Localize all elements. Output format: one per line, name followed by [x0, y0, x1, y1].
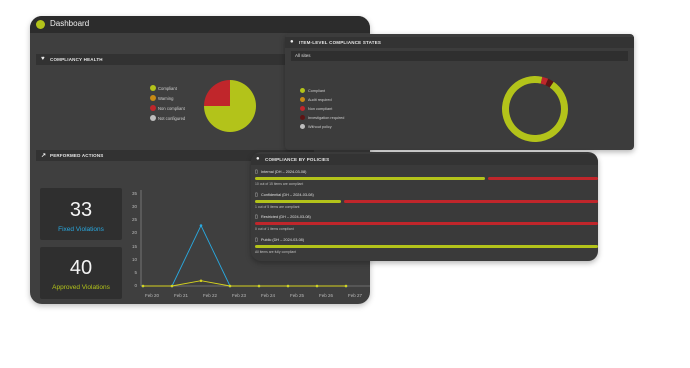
globe-icon: ● — [290, 39, 294, 45]
policy-name: Confidential (DH – 2024-03-08) — [261, 192, 314, 197]
y-tick-label: 20 — [131, 230, 137, 236]
x-tick-label: Feb 22 — [203, 293, 218, 298]
policies-header: ● COMPLIANCE BY POLICIES — [251, 154, 598, 165]
non-compliant-bar — [488, 177, 598, 180]
data-point[interactable] — [286, 284, 290, 288]
item-level-header: ● ITEM-LEVEL COMPLIANCE STATES — [285, 37, 634, 48]
data-point[interactable] — [257, 284, 261, 288]
title-bar: Dashboard — [30, 16, 370, 33]
y-tick-label: 25 — [131, 217, 137, 223]
policy-summary: 10 out of 15 items are compliant — [255, 182, 304, 186]
fixed-violations-card[interactable]: 33 Fixed Violations — [40, 188, 122, 240]
y-tick-label: 35 — [131, 191, 137, 196]
legend-dot-non-compliant — [300, 106, 305, 111]
y-tick-label: 5 — [134, 269, 137, 275]
policy-name: Internal (DH – 2024-03-08) — [261, 170, 307, 174]
document-icon: ▯ — [255, 169, 258, 175]
donut-slice-compliant — [502, 76, 568, 142]
document-icon: ▯ — [255, 191, 258, 198]
site-filter-select[interactable]: All sites — [291, 51, 628, 61]
item-level-donut-chart — [502, 76, 568, 142]
legend-label: Investigation required — [308, 116, 345, 120]
compliant-bar — [255, 244, 598, 248]
compliancy-health-pie — [204, 80, 256, 132]
x-tick-label: Feb 27 — [348, 293, 363, 298]
compliant-bar — [255, 199, 341, 203]
fixed-violations-label: Fixed Violations — [58, 226, 104, 233]
legend-label: Not configured — [158, 116, 186, 121]
data-point[interactable] — [141, 284, 145, 288]
policy-name: Public (DH – 2024-03-08) — [261, 237, 305, 242]
y-tick-label: 10 — [131, 256, 137, 262]
legend-dot-compliant — [300, 88, 305, 93]
x-tick-label: Feb 24 — [261, 293, 276, 298]
heart-icon: ♥ — [41, 56, 45, 62]
policy-summary: All items are fully compliant — [255, 249, 297, 254]
compliancy-health-title: COMPLIANCY HEALTH — [50, 57, 103, 62]
data-point[interactable] — [170, 284, 174, 288]
legend-label: Warning — [158, 96, 174, 101]
compliance-by-policies-panel: ● COMPLIANCE BY POLICIES ▯ Internal (DH –… — [251, 152, 598, 261]
legend-dot-non-compliant — [150, 105, 156, 111]
non-compliant-bar — [255, 222, 598, 225]
policy-name: Restricted (DH – 2024-03-08) — [261, 215, 311, 219]
globe-icon: ● — [256, 156, 260, 162]
policy-summary: 1 out of 5 items are compliant — [255, 204, 300, 209]
data-point[interactable] — [315, 284, 319, 288]
policies-title: COMPLIANCE BY POLICIES — [265, 157, 330, 162]
data-point[interactable] — [199, 279, 203, 283]
x-tick-label: Feb 25 — [290, 293, 305, 298]
data-point[interactable] — [344, 284, 348, 288]
document-icon: ▯ — [255, 214, 258, 220]
data-point[interactable] — [228, 284, 232, 288]
performed-actions-title: PERFORMED ACTIONS — [50, 153, 104, 158]
approved-violations-count: 40 — [69, 257, 93, 279]
compliant-bar — [255, 177, 485, 180]
non-compliant-bar — [344, 199, 598, 203]
y-tick-label: 30 — [131, 204, 137, 210]
legend-label: Without policy — [308, 125, 332, 129]
legend-dot-without-policy — [300, 124, 305, 129]
approved-violations-card[interactable]: 40 Approved Violations — [40, 247, 122, 299]
legend-label: Non compliant — [158, 106, 185, 111]
legend-label: Compliant — [308, 89, 326, 93]
y-tick-label: 0 — [134, 283, 137, 288]
legend-dot-investigation-required — [300, 115, 305, 120]
app-logo-icon — [36, 20, 45, 29]
legend-label: Compliant — [158, 86, 177, 91]
legend-dot-warning — [150, 95, 156, 101]
x-tick-label: Feb 26 — [319, 293, 334, 298]
legend-label: Audit required — [308, 98, 332, 102]
x-tick-label: Feb 21 — [174, 293, 189, 298]
item-level-compliance-panel: ● ITEM-LEVEL COMPLIANCE STATES All sites… — [285, 34, 634, 150]
legend-label: Non compliant — [308, 107, 333, 111]
legend-dot-compliant — [150, 85, 156, 91]
fixed-violations-count: 33 — [69, 199, 93, 221]
trend-chart-icon: ↗ — [41, 153, 47, 159]
x-tick-label: Feb 23 — [232, 293, 247, 298]
compliancy-health-header: ♥ COMPLIANCY HEALTH — [36, 54, 314, 65]
legend-dot-audit-required — [300, 97, 305, 102]
legend-dot-not-configured — [150, 115, 156, 121]
document-icon: ▯ — [255, 236, 258, 243]
pie-slice-non-compliant — [204, 80, 230, 106]
policy-summary: 0 out of 1 items compliant — [255, 227, 294, 231]
x-tick-label: Feb 20 — [145, 293, 160, 298]
approved-violations-label: Approved Violations — [52, 284, 110, 291]
data-point[interactable] — [199, 224, 203, 227]
item-level-title: ITEM-LEVEL COMPLIANCE STATES — [299, 40, 382, 45]
app-title: Dashboard — [50, 19, 90, 28]
y-tick-label: 15 — [131, 243, 137, 249]
